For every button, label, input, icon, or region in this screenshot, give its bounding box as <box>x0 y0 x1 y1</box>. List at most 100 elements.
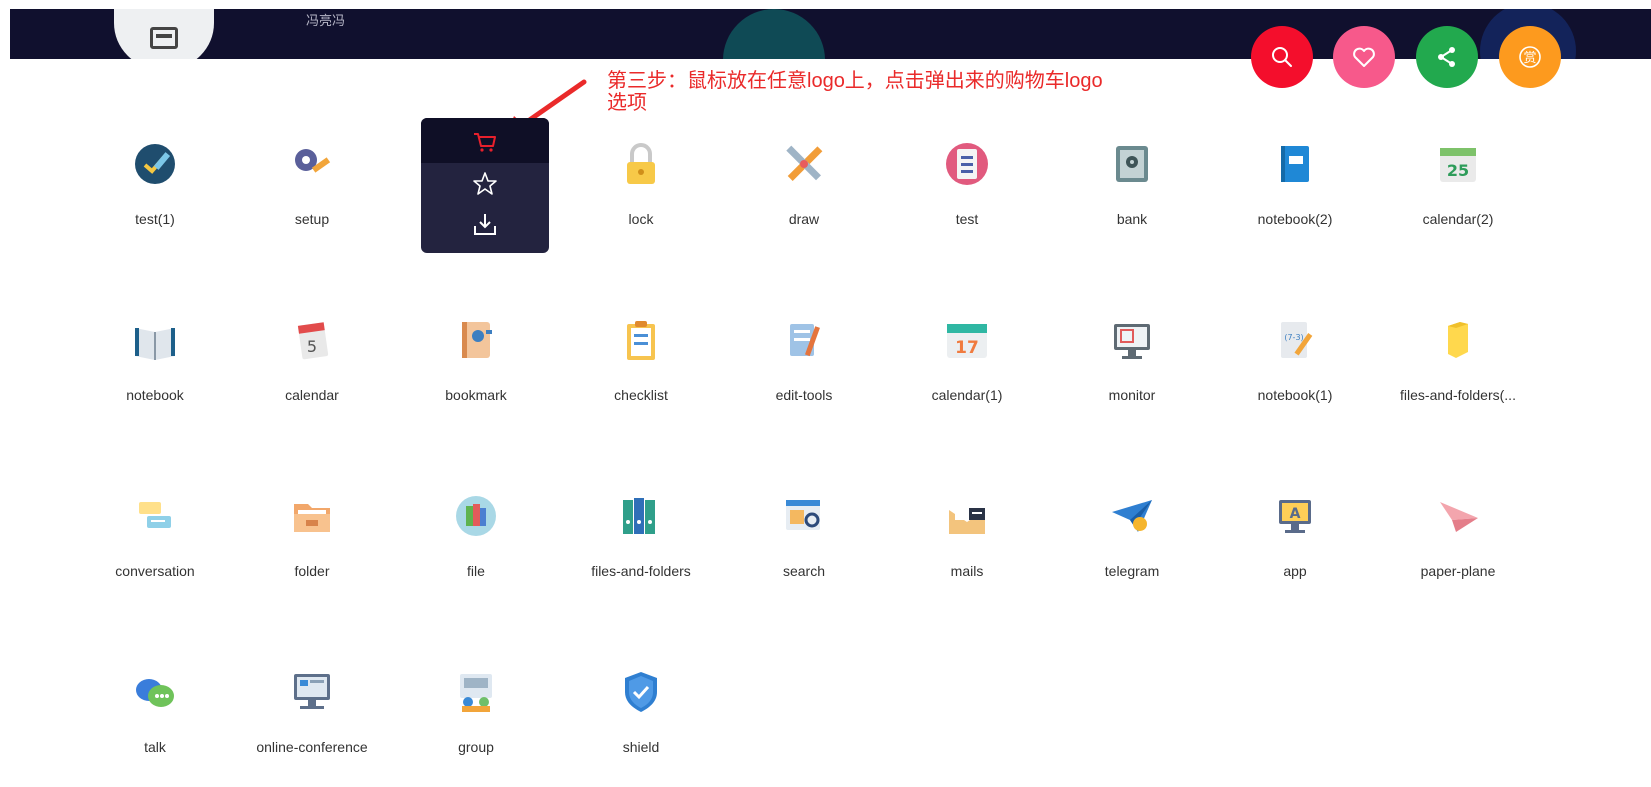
icon-tile-setup[interactable]: setup <box>230 119 394 259</box>
icon-label: checklist <box>614 387 668 403</box>
icon-label: search <box>782 563 826 579</box>
bank-safe-icon <box>1116 146 1148 182</box>
svg-text:(7-3): (7-3) <box>1284 333 1303 342</box>
file-circle-icon <box>456 496 496 536</box>
test-check-icon <box>135 144 175 184</box>
icon-tile-files-and-folders[interactable]: files-and-folders <box>559 471 723 611</box>
icon-tile-app[interactable]: Aapp <box>1213 471 1377 611</box>
shield-icon <box>625 672 657 712</box>
icon-tile-conversation[interactable]: conversation <box>73 471 237 611</box>
annotation-line-2: 选项 <box>607 92 647 114</box>
header-banner: 冯亮冯 <box>10 9 1651 59</box>
icon-tile-lock[interactable]: lock <box>559 119 723 259</box>
calendar-25-icon: 25 <box>1440 148 1476 182</box>
svg-text:17: 17 <box>955 338 979 358</box>
icon-label: draw <box>788 211 820 227</box>
icon-tile-notebook[interactable]: notebook <box>73 295 237 435</box>
edit-tools-icon <box>790 324 820 357</box>
paper-plane-icon <box>1440 502 1478 532</box>
icon-label: mails <box>950 563 984 579</box>
app-monitor-icon: A <box>1279 500 1311 533</box>
telegram-icon <box>1112 500 1152 532</box>
icon-tile-test-1[interactable]: test(1) <box>73 119 237 259</box>
icon-tile-bank[interactable]: bank <box>1050 119 1214 259</box>
icon-tile-checklist[interactable]: checklist <box>559 295 723 435</box>
search-icon <box>1272 47 1292 67</box>
checklist-icon <box>627 321 655 360</box>
icon-label: group <box>458 739 494 755</box>
icon-tile-online-conference[interactable]: online-conference <box>230 647 394 787</box>
icon-label: app <box>1283 563 1307 579</box>
icon-label: calendar(2) <box>1422 211 1494 227</box>
icon-label: shield <box>622 739 660 755</box>
icon-tile-calendar-1[interactable]: 17 calendar(1) <box>885 295 1049 435</box>
binders-icon <box>623 498 655 534</box>
icon-label: notebook <box>126 387 184 403</box>
search-window-icon <box>786 500 820 530</box>
icon-tile-hidden[interactable] <box>394 119 558 259</box>
folder-open-icon <box>294 504 330 532</box>
icon-tile-group[interactable]: group <box>394 647 558 787</box>
icon-label: notebook(2) <box>1257 211 1333 227</box>
icon-label: calendar <box>285 387 339 403</box>
icon-tile-calendar-2[interactable]: 25 calendar(2) <box>1376 119 1540 259</box>
annotation-text: 第三步：鼠标放在任意logo上，点击弹出来的购物车logo 选项 <box>607 70 1267 114</box>
calendar-17-icon: 17 <box>947 324 987 358</box>
icon-tile-calendar[interactable]: 5 calendar <box>230 295 394 435</box>
icon-tile-mails[interactable]: mails <box>885 471 1049 611</box>
icon-tile-bookmark[interactable]: bookmark <box>394 295 558 435</box>
icon-tile-paper-plane[interactable]: paper-plane <box>1376 471 1540 611</box>
setup-gear-icon <box>295 149 331 173</box>
group-icon <box>460 674 492 712</box>
icon-label: bookmark <box>445 387 507 403</box>
icon-label: files-and-folders <box>591 563 691 579</box>
icon-label: talk <box>144 739 166 755</box>
icon-label: paper-plane <box>1420 563 1496 579</box>
reward-icon: 赏 <box>1519 46 1541 68</box>
hidden-by-popup-icon <box>452 140 500 188</box>
icon-label: notebook(1) <box>1257 387 1333 403</box>
icon-tile-talk[interactable]: talk <box>73 647 237 787</box>
talk-bubbles-icon <box>136 679 174 707</box>
heart-icon <box>1353 47 1375 67</box>
notebook-pencil-icon: (7-3) <box>1281 322 1313 358</box>
favorite-button[interactable] <box>1333 26 1395 88</box>
monitor-icon <box>1114 324 1150 359</box>
icon-label: conversation <box>115 563 195 579</box>
icon-label: test <box>955 211 979 227</box>
reward-button[interactable]: 赏 <box>1499 26 1561 88</box>
share-icon <box>1438 47 1455 67</box>
icon-label: monitor <box>1108 387 1156 403</box>
icon-label: files-and-folders(... <box>1400 387 1516 403</box>
icon-label: calendar(1) <box>931 387 1003 403</box>
icon-tile-file[interactable]: file <box>394 471 558 611</box>
icon-tile-files-and-folders[interactable]: files-and-folders(... <box>1376 295 1540 435</box>
icon-tile-notebook-1[interactable]: (7-3) notebook(1) <box>1213 295 1377 435</box>
mails-icon <box>949 500 985 534</box>
avatar-astronaut <box>114 9 214 59</box>
icon-label: online-conference <box>256 739 368 755</box>
notebook-blue-icon <box>1281 146 1309 182</box>
conversation-icon <box>139 502 171 528</box>
share-button[interactable] <box>1416 26 1478 88</box>
svg-text:5: 5 <box>307 337 317 356</box>
icon-tile-telegram[interactable]: telegram <box>1050 471 1214 611</box>
icon-label: lock <box>628 211 654 227</box>
icon-tile-test[interactable]: test <box>885 119 1049 259</box>
svg-text:A: A <box>1290 506 1301 522</box>
icon-tile-draw[interactable]: draw <box>722 119 886 259</box>
calendar-5-icon: 5 <box>297 322 329 360</box>
icon-tile-search[interactable]: search <box>722 471 886 611</box>
icon-tile-folder[interactable]: folder <box>230 471 394 611</box>
icon-label: bank <box>1116 211 1148 227</box>
icon-tile-shield[interactable]: shield <box>559 647 723 787</box>
annotation-line-1: 第三步：鼠标放在任意logo上，点击弹出来的购物车logo <box>607 70 1103 92</box>
svg-text:赏: 赏 <box>1523 51 1536 66</box>
icon-tile-monitor[interactable]: monitor <box>1050 295 1214 435</box>
icon-label: setup <box>294 211 330 227</box>
lock-icon <box>627 143 655 184</box>
icon-tile-notebook-2[interactable]: notebook(2) <box>1213 119 1377 259</box>
svg-text:25: 25 <box>1447 161 1469 180</box>
username: 冯亮冯 <box>306 13 346 28</box>
icon-tile-edit-tools[interactable]: edit-tools <box>722 295 886 435</box>
